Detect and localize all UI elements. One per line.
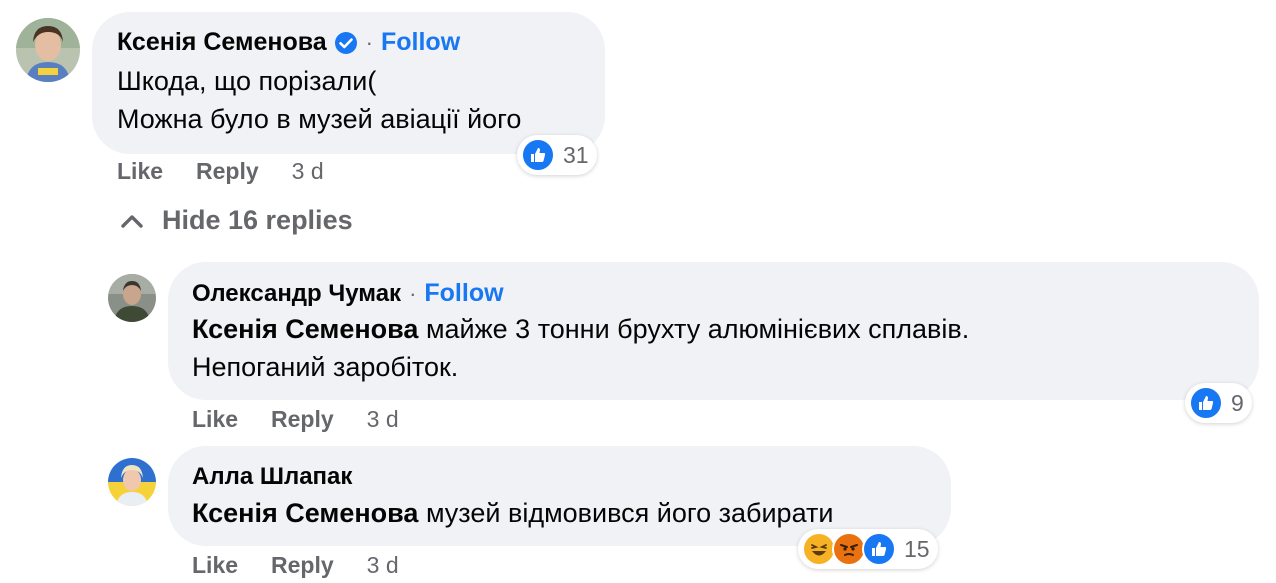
like-button[interactable]: Like (117, 158, 163, 185)
reply-button[interactable]: Reply (271, 552, 334, 579)
reply-text: Ксенія Семенова майже 3 тонни брухту алю… (192, 310, 969, 386)
reply-button[interactable]: Reply (271, 406, 334, 433)
reply-timestamp[interactable]: 3 d (367, 406, 399, 433)
reply-actions: Like Reply 3 d (192, 552, 399, 579)
hide-replies-label: Hide 16 replies (162, 205, 353, 235)
reaction-summary[interactable]: 31 (517, 135, 597, 175)
mention-link[interactable]: Ксенія Семенова (192, 314, 418, 344)
reply-text: Ксенія Семенова музей відмовився його за… (192, 494, 833, 532)
separator-dot: · (409, 280, 417, 306)
avatar[interactable] (16, 18, 80, 82)
comment-thread: Ксенія Семенова · Follow Шкода, що поріз… (0, 0, 1276, 583)
separator-dot: · (365, 29, 373, 55)
reply-button[interactable]: Reply (196, 158, 259, 185)
comment-header: Ксенія Семенова · Follow (117, 28, 460, 57)
like-icon (521, 138, 555, 172)
reply-text-line: Ксенія Семенова майже 3 тонни брухту алю… (192, 310, 969, 348)
comment-actions: Like Reply 3 d (117, 158, 324, 185)
follow-button[interactable]: Follow (424, 279, 503, 308)
reply-text-content: майже 3 тонни брухту алюмінієвих сплавів… (418, 314, 970, 344)
reply-text-content: музей відмовився його забирати (418, 498, 834, 528)
like-button[interactable]: Like (192, 552, 238, 579)
verified-badge-icon (334, 31, 358, 55)
avatar[interactable] (108, 274, 156, 322)
reply-header: Алла Шлапак (192, 463, 352, 491)
chevron-up-icon (120, 205, 162, 236)
reply-author[interactable]: Алла Шлапак (192, 463, 352, 491)
reaction-summary[interactable]: 9 (1185, 383, 1252, 423)
reply-actions: Like Reply 3 d (192, 406, 399, 433)
like-icon (1189, 386, 1223, 420)
reaction-count: 31 (563, 141, 589, 168)
reply-text-line: Ксенія Семенова музей відмовився його за… (192, 494, 833, 532)
like-button[interactable]: Like (192, 406, 238, 433)
reply-header: Олександр Чумак · Follow (192, 279, 504, 308)
haha-icon (802, 532, 836, 566)
reaction-summary[interactable]: 15 (798, 529, 938, 569)
mention-link[interactable]: Ксенія Семенова (192, 498, 418, 528)
hide-replies-button[interactable]: Hide 16 replies (120, 205, 353, 236)
comment-text-line: Можна було в музей авіації його (117, 104, 522, 134)
reaction-count: 15 (904, 535, 930, 562)
angry-icon (832, 532, 866, 566)
reply-text-line: Непоганий заробіток. (192, 352, 459, 382)
comment-text: Шкода, що порізали( Можна було в музей а… (117, 62, 521, 138)
reaction-count: 9 (1231, 389, 1244, 416)
follow-button[interactable]: Follow (381, 28, 460, 57)
reply-author[interactable]: Олександр Чумак (192, 280, 401, 308)
like-icon (862, 532, 896, 566)
avatar[interactable] (108, 458, 156, 506)
comment-text-line: Шкода, що порізали( (117, 66, 377, 96)
comment-timestamp[interactable]: 3 d (292, 158, 324, 185)
comment-author[interactable]: Ксенія Семенова (117, 28, 327, 57)
reply-timestamp[interactable]: 3 d (367, 552, 399, 579)
